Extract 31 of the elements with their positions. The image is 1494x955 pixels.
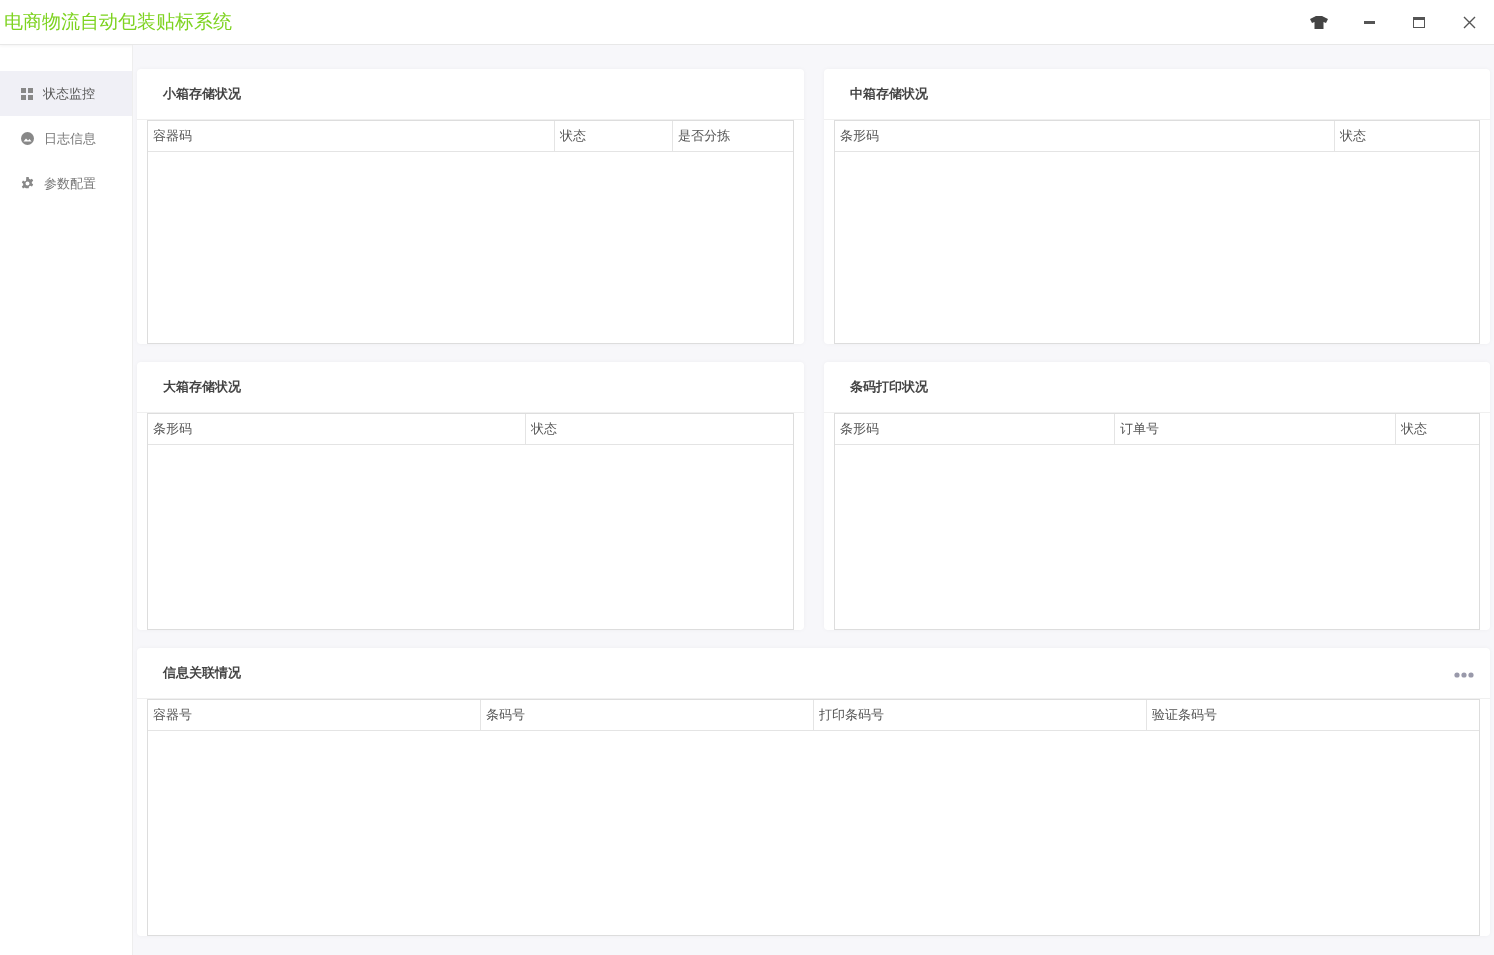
column-header: 条形码: [834, 121, 1336, 151]
grid-icon: [21, 87, 33, 100]
image-icon: [21, 132, 34, 145]
panel-title: 条码打印状况: [849, 378, 929, 396]
column-header: 条形码: [834, 414, 1116, 444]
sidebar-item[interactable]: 日志信息: [0, 116, 132, 161]
panel-title: 中箱存储状况: [849, 85, 929, 103]
more-icon: [1454, 671, 1474, 678]
column-header: 订单号: [1115, 414, 1397, 444]
panel-title: 大箱存储状况: [163, 378, 242, 396]
column-header: 验证条码号: [1151, 706, 1218, 724]
column-header: 状态: [554, 121, 674, 151]
column-header: 条形码: [148, 414, 526, 444]
window-title: 电商物流自动包装贴标系统: [3, 9, 233, 34]
column-header: 条码号: [481, 700, 814, 730]
shirt-icon: [1310, 15, 1328, 29]
panel-title: 小箱存储状况: [163, 85, 242, 103]
minimize-icon: [1363, 20, 1375, 24]
column-header: 状态: [529, 420, 558, 438]
column-header: 状态: [1400, 420, 1429, 438]
close-icon: [1462, 15, 1476, 29]
sidebar-item[interactable]: 参数配置: [0, 161, 132, 206]
column-header: 状态: [1339, 127, 1368, 145]
sidebar-item[interactable]: 状态监控: [0, 71, 132, 116]
column-header: 是否分拣: [677, 127, 732, 145]
gear-icon: [21, 177, 34, 190]
column-header: 容器码: [148, 121, 555, 151]
column-header: 打印条码号: [814, 700, 1147, 730]
panel-title: 信息关联情况: [163, 664, 242, 682]
column-header: 容器号: [148, 700, 481, 730]
maximize-icon: [1413, 16, 1425, 28]
